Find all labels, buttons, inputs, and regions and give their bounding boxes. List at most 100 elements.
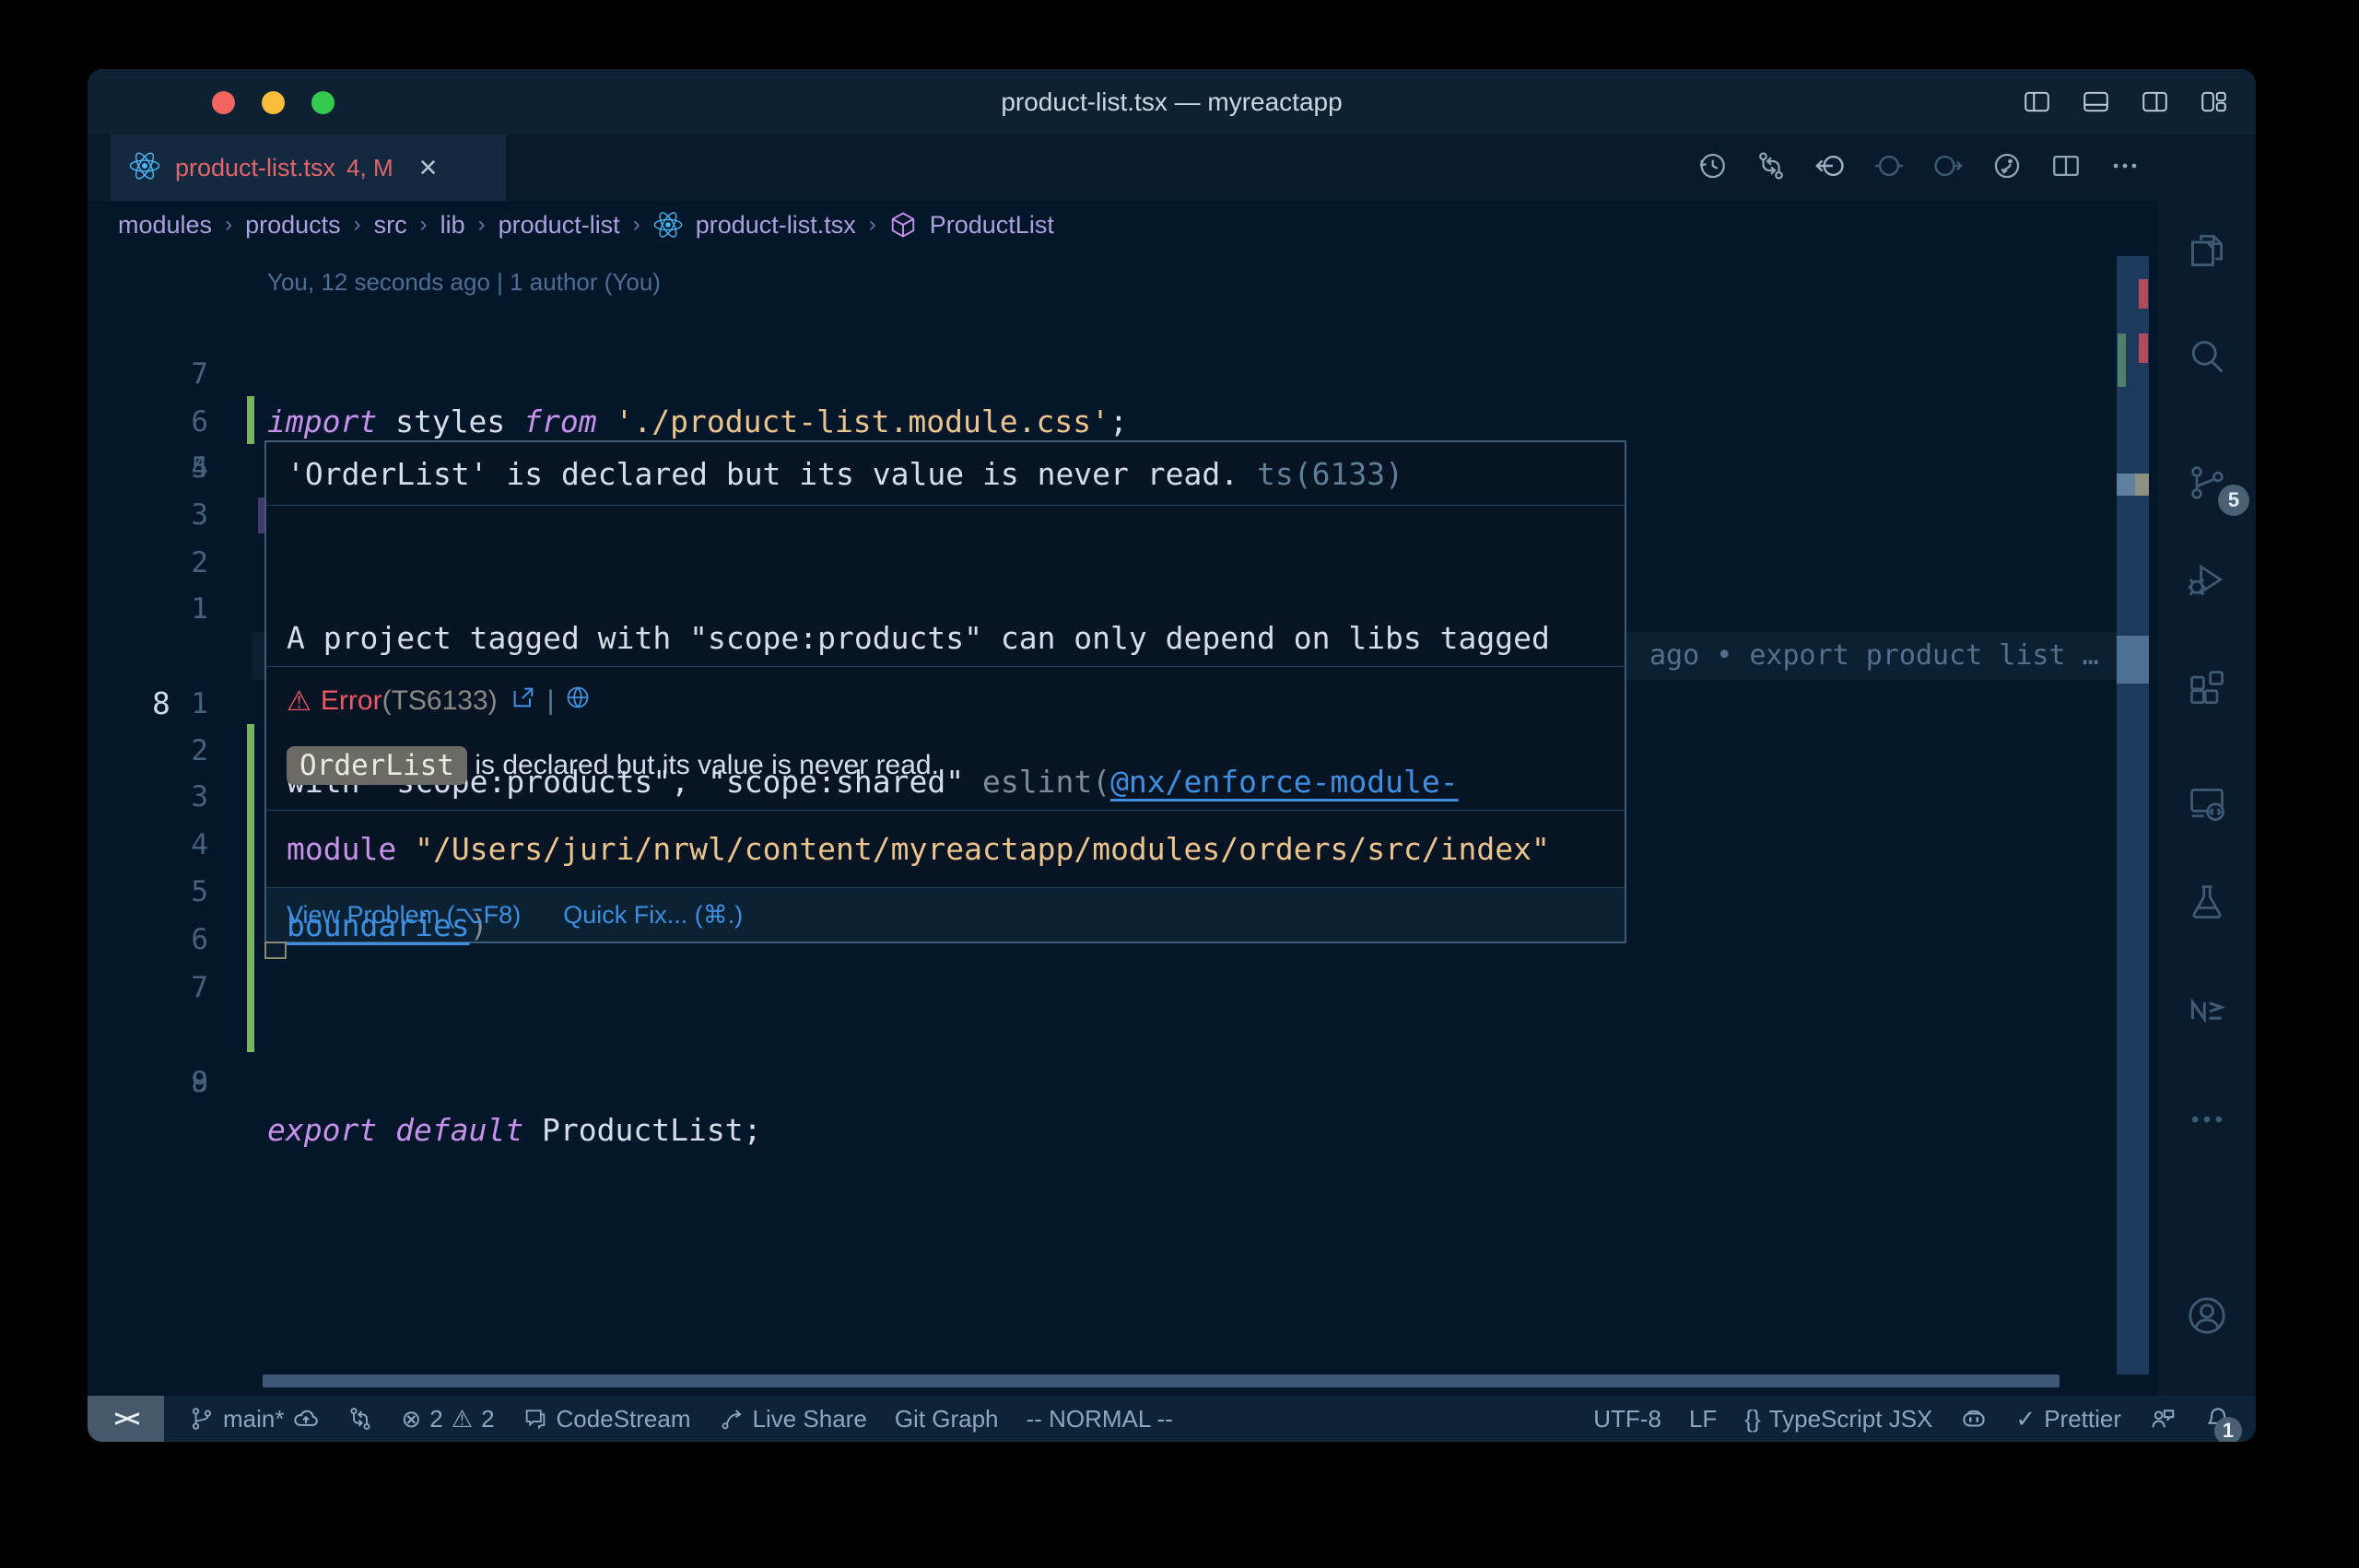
git-graph-status[interactable]: Git Graph [881, 1396, 1013, 1442]
screen: product-list.tsx — myreactapp product-li… [0, 0, 2359, 1568]
eslint-rule-link[interactable]: @nx/enforce-module- [1110, 764, 1459, 800]
error-circle-icon: ⊗ [401, 1405, 421, 1433]
code-token [377, 1112, 395, 1148]
copilot-status[interactable] [1946, 1396, 2001, 1442]
breadcrumb-item[interactable]: src [374, 211, 407, 240]
overview-ruler[interactable] [2117, 256, 2149, 1375]
view-problem-action[interactable]: View Problem (⌥F8) [287, 888, 521, 942]
tab-label: product-list.tsx [175, 154, 335, 182]
next-change-icon[interactable] [1932, 150, 1964, 186]
language-status[interactable]: {} TypeScript JSX [1731, 1396, 1946, 1442]
error-detail-text: is declared but its value is never read. [467, 750, 939, 781]
code-token: ProductList; [523, 1112, 761, 1148]
line-number: 4 [88, 444, 208, 492]
line-number: 9 [88, 1059, 208, 1106]
compare-changes-icon[interactable] [1755, 150, 1787, 186]
error-count: 2 [429, 1405, 442, 1433]
module-path: "/Users/juri/nrwl/content/myreactapp/mod… [415, 831, 1550, 867]
quick-fix-action[interactable]: Quick Fix... (⌘.) [563, 888, 743, 942]
branch-name: main* [223, 1405, 284, 1433]
problems-status[interactable]: ⊗ 2 ⚠ 2 [387, 1396, 508, 1442]
chevron-right-icon: › [354, 212, 361, 238]
toggle-panel-icon[interactable] [2082, 88, 2110, 116]
editor-actions [1696, 135, 2141, 201]
vim-mode-indicator: -- NORMAL -- [1013, 1396, 1187, 1442]
tab-product-list[interactable]: product-list.tsx 4, M × [111, 135, 507, 201]
line-number: 4 [88, 821, 208, 869]
open-external-icon[interactable] [511, 685, 536, 718]
globe-icon[interactable] [565, 685, 591, 718]
live-share-status[interactable]: Live Share [705, 1396, 881, 1442]
codestream-icon [522, 1406, 548, 1432]
breadcrumb-item[interactable]: products [245, 211, 341, 240]
diagnostic-hover-tooltip: 'OrderList' is declared but its value is… [264, 440, 1626, 943]
chevron-right-icon: › [420, 212, 428, 238]
extensions-icon[interactable] [2157, 668, 2256, 708]
ruler-error-mark [2139, 279, 2148, 309]
line-number: 3 [88, 491, 208, 539]
eslint-diagnostic: A project tagged with "scope:products" c… [266, 506, 1625, 667]
hover-actions: View Problem (⌥F8) Quick Fix... (⌘.) [266, 888, 1625, 942]
toggle-secondary-sidebar-icon[interactable] [2141, 88, 2169, 116]
symbol-chip: OrderList [287, 746, 467, 785]
tooltip-resize-handle[interactable] [264, 942, 287, 959]
search-icon[interactable] [2157, 336, 2256, 377]
explorer-icon[interactable] [2157, 230, 2256, 271]
split-editor-icon[interactable] [2050, 150, 2082, 186]
eslint-message-line: A project tagged with "scope:products" c… [287, 614, 1604, 662]
code-line: 9 [88, 1059, 2156, 1106]
chevron-right-icon: › [225, 212, 232, 238]
horizontal-scrollbar[interactable] [263, 1375, 2060, 1387]
live-share-label: Live Share [753, 1405, 867, 1433]
breadcrumb-item[interactable]: modules [118, 211, 212, 240]
breadcrumb-symbol[interactable]: ProductList [930, 211, 1054, 240]
warning-triangle-icon: ⚠ [452, 1405, 473, 1433]
git-branch-status[interactable]: main* [175, 1396, 334, 1442]
inline-blame-annotation: ago • export product list … [1649, 632, 2099, 680]
line-number: 2 [88, 539, 208, 587]
toggle-sidebar-icon[interactable] [2023, 88, 2051, 116]
encoding-status[interactable]: UTF-8 [1579, 1396, 1675, 1442]
account-icon[interactable] [2157, 1294, 2256, 1337]
git-blame-codelens[interactable]: You, 12 seconds ago | 1 author (You) [267, 260, 661, 304]
breadcrumb-file[interactable]: product-list.tsx [696, 211, 856, 240]
eslint-source: eslint( [982, 764, 1110, 800]
code-token: module [287, 831, 396, 867]
more-actions-icon[interactable] [2109, 150, 2141, 186]
previous-change-icon[interactable] [1873, 150, 1905, 186]
check-icon: ✓ [2015, 1405, 2036, 1433]
remote-indicator[interactable]: >< [88, 1396, 164, 1442]
react-icon [129, 150, 160, 186]
settings-badge: 1 [2214, 1417, 2242, 1442]
symbol-namespace-icon [883, 211, 923, 239]
customize-layout-icon[interactable] [2200, 88, 2228, 116]
breadcrumb-item[interactable]: lib [440, 211, 465, 240]
code-editor[interactable]: You, 12 seconds ago | 1 author (You) 7 i… [88, 249, 2156, 1396]
code-token: default [395, 1112, 523, 1148]
timeline-icon[interactable] [1696, 150, 1728, 186]
line-number: 1 [88, 680, 208, 728]
navigate-back-icon[interactable] [1814, 150, 1846, 186]
codestream-label: CodeStream [557, 1405, 691, 1433]
testing-icon[interactable] [2157, 882, 2256, 922]
close-tab-icon[interactable]: × [419, 152, 438, 183]
prettier-status[interactable]: ✓ Prettier [2001, 1396, 2135, 1442]
additional-views-icon[interactable] [2157, 1099, 2256, 1140]
codestream-status[interactable]: CodeStream [509, 1396, 705, 1442]
diagnostic-code: ts(6133) [1257, 456, 1403, 492]
remote-explorer-icon[interactable] [2157, 783, 2256, 824]
chevron-right-icon: › [633, 212, 640, 238]
run-debug-icon[interactable] [2157, 559, 2256, 600]
run-file-icon[interactable] [1991, 150, 2023, 186]
source-control-icon[interactable]: 5 [2157, 462, 2256, 503]
breadcrumb-item[interactable]: product-list [499, 211, 620, 240]
react-icon [647, 210, 689, 240]
line-number: 6 [88, 916, 208, 964]
code-line: 5 import { OrderList } from '@myreactapp… [88, 396, 2156, 444]
ruler-cursor-mark [2117, 636, 2149, 684]
nx-console-icon[interactable] [2157, 990, 2256, 1031]
window-title: product-list.tsx — myreactapp [88, 69, 2256, 135]
compare-status[interactable] [334, 1396, 387, 1442]
feedback-status[interactable] [2135, 1396, 2190, 1442]
eol-status[interactable]: LF [1675, 1396, 1731, 1442]
